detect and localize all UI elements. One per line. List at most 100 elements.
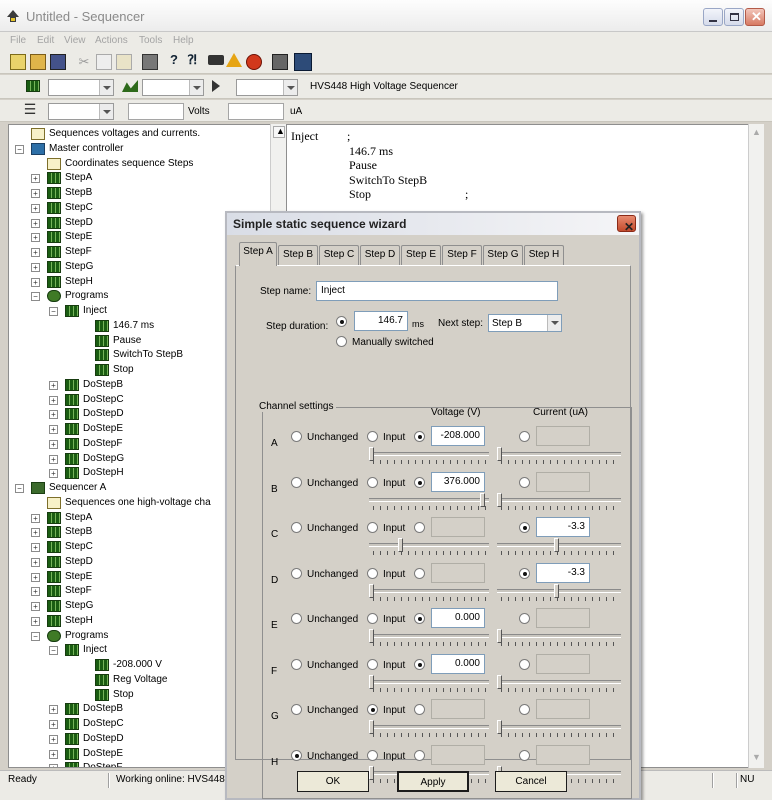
script-scrollbar[interactable]: ▲ ▼: [748, 124, 764, 768]
tab-step-a[interactable]: Step A: [239, 242, 277, 266]
expand-icon[interactable]: +: [49, 734, 58, 744]
expand-icon[interactable]: +: [49, 425, 58, 434]
expand-icon[interactable]: +: [49, 469, 58, 479]
slider-thumb[interactable]: [398, 538, 403, 552]
current-field[interactable]: [228, 103, 284, 120]
channel-a-current-input[interactable]: [536, 426, 590, 446]
channel-f-input-radio[interactable]: [367, 658, 378, 670]
channel-c-current-radio[interactable]: [519, 522, 530, 533]
channel-a-voltage-slider[interactable]: [369, 452, 489, 456]
slider-thumb[interactable]: [369, 674, 374, 689]
maximize-button[interactable]: [724, 8, 744, 26]
timed-duration-radio[interactable]: [336, 316, 347, 327]
channel-g-voltage-slider[interactable]: [369, 725, 489, 729]
step-duration-input[interactable]: 146.7: [354, 311, 408, 331]
expand-icon[interactable]: +: [49, 705, 58, 715]
tab-step-f[interactable]: Step F: [442, 245, 482, 265]
channel-h-current-input[interactable]: [536, 744, 590, 765]
stop-icon[interactable]: [246, 54, 262, 70]
menu-view[interactable]: View: [64, 35, 86, 46]
channel-f-voltage-radio[interactable]: [414, 658, 425, 670]
channel-f-current-slider[interactable]: [497, 679, 621, 684]
chevron-down-icon[interactable]: [547, 315, 561, 331]
channel-a-current-radio[interactable]: [519, 431, 530, 442]
channel-h-voltage-input[interactable]: [431, 744, 485, 765]
expand-icon[interactable]: +: [31, 572, 40, 582]
slider-thumb[interactable]: [369, 583, 374, 598]
channel-b-voltage-slider[interactable]: [369, 497, 489, 502]
channel-b-current-input[interactable]: [536, 471, 590, 492]
expand-icon[interactable]: +: [49, 410, 58, 420]
expand-icon[interactable]: +: [31, 248, 40, 257]
scroll-up-button[interactable]: ▲: [273, 126, 285, 138]
channel-b-voltage-input[interactable]: 376.000: [431, 471, 485, 492]
channel-g-current-radio[interactable]: [519, 704, 530, 715]
channel-d-voltage-input[interactable]: [431, 562, 485, 583]
channel-e-input-radio[interactable]: [367, 613, 378, 624]
channel-f-current-input[interactable]: [536, 653, 590, 674]
channel-c-voltage-radio[interactable]: [414, 522, 425, 533]
new-icon[interactable]: [10, 54, 26, 70]
channel-e-voltage-slider[interactable]: [369, 634, 489, 638]
slider-thumb[interactable]: [497, 447, 502, 461]
expand-icon[interactable]: +: [49, 720, 58, 729]
expand-icon[interactable]: +: [31, 587, 40, 597]
expand-icon[interactable]: +: [31, 218, 40, 228]
channel-h-voltage-radio[interactable]: [414, 749, 425, 761]
channel-c-voltage-slider[interactable]: [369, 543, 489, 547]
panel-icon[interactable]: [272, 54, 288, 70]
cut-icon[interactable]: ✂: [76, 54, 92, 70]
channel-d-current-slider[interactable]: [497, 588, 621, 593]
channel-f-current-radio[interactable]: [519, 658, 530, 670]
channel-e-current-input[interactable]: [536, 608, 590, 628]
collapse-icon[interactable]: −: [15, 144, 24, 154]
expand-icon[interactable]: +: [31, 513, 40, 523]
channel-e-current-slider[interactable]: [497, 634, 621, 638]
channel-a-unchanged-radio[interactable]: [291, 431, 302, 442]
menu-help[interactable]: Help: [173, 35, 194, 46]
about-icon[interactable]: ?: [166, 52, 182, 68]
expand-icon[interactable]: +: [49, 764, 58, 767]
channel-d-voltage-slider[interactable]: [369, 588, 489, 593]
switch-combo[interactable]: [236, 79, 298, 96]
channel-c-current-input[interactable]: -3.3: [536, 517, 590, 537]
channel-c-input-radio[interactable]: [367, 522, 378, 533]
expand-icon[interactable]: +: [31, 528, 40, 538]
expand-icon[interactable]: +: [31, 174, 40, 184]
channel-b-input-radio[interactable]: [367, 476, 378, 488]
channel-d-input-radio[interactable]: [367, 567, 378, 579]
manually-switched-radio[interactable]: [336, 336, 347, 347]
expand-icon[interactable]: +: [31, 277, 40, 287]
channel-h-input-radio[interactable]: [367, 749, 378, 761]
expand-icon[interactable]: +: [49, 749, 58, 759]
channel-b-voltage-radio[interactable]: [414, 476, 425, 488]
channel-g-input-radio[interactable]: [367, 704, 378, 715]
tree-item[interactable]: Coordinates sequence Steps: [9, 157, 279, 171]
cancel-button[interactable]: Cancel: [495, 771, 567, 792]
channel-a-current-slider[interactable]: [497, 452, 621, 456]
slider-thumb[interactable]: [497, 629, 502, 643]
connect-icon[interactable]: [208, 55, 224, 65]
channel-g-voltage-input[interactable]: [431, 699, 485, 719]
expand-icon[interactable]: +: [31, 233, 40, 243]
tree-item[interactable]: Sequences voltages and currents.: [9, 127, 279, 141]
collapse-icon[interactable]: −: [31, 292, 40, 302]
expand-icon[interactable]: +: [49, 439, 58, 449]
menu-actions[interactable]: Actions: [95, 35, 128, 46]
expand-icon[interactable]: +: [31, 616, 40, 626]
menu-edit[interactable]: Edit: [37, 35, 54, 46]
channel-f-voltage-slider[interactable]: [369, 679, 489, 684]
close-button[interactable]: ✕: [745, 8, 765, 26]
dialog-close-button[interactable]: ✕: [617, 215, 636, 234]
slider-thumb[interactable]: [369, 720, 374, 734]
channel-e-voltage-radio[interactable]: [414, 613, 425, 624]
expand-icon[interactable]: +: [31, 602, 40, 611]
channel-e-voltage-input[interactable]: 0.000: [431, 608, 485, 628]
channel-g-unchanged-radio[interactable]: [291, 704, 302, 715]
slider-thumb[interactable]: [480, 492, 485, 507]
expand-icon[interactable]: +: [49, 395, 58, 405]
collapse-icon[interactable]: −: [49, 646, 58, 656]
warning-icon[interactable]: [226, 53, 242, 67]
tree-item[interactable]: + StepB: [9, 186, 279, 200]
apply-button[interactable]: Apply: [397, 771, 469, 792]
